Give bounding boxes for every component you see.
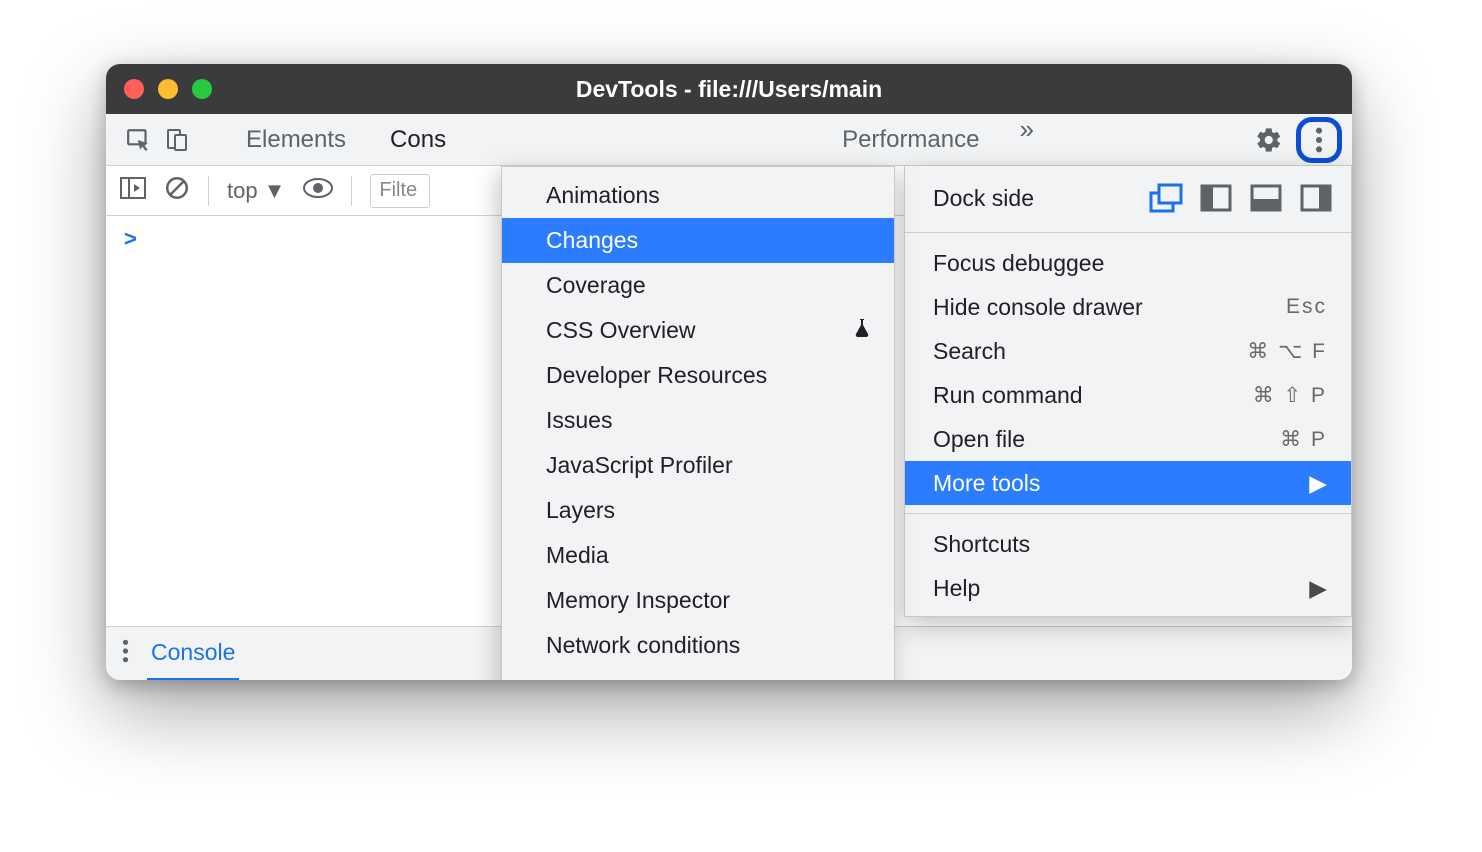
options-menu: Dock side Fo [904, 166, 1352, 617]
submenu-arrow-icon: ▶ [1309, 470, 1327, 497]
submenu-item[interactable]: Memory Inspector [502, 578, 894, 623]
filter-input[interactable]: Filte [370, 174, 430, 208]
dock-left-icon[interactable] [1201, 185, 1231, 211]
dock-right-icon[interactable] [1301, 185, 1331, 211]
more-options-button[interactable] [1296, 117, 1342, 163]
submenu-item-label: Coverage [546, 272, 646, 299]
dock-undock-icon[interactable] [1151, 185, 1181, 211]
menu-open-file[interactable]: Open file⌘ P [905, 417, 1351, 461]
submenu-item[interactable]: Animations [502, 173, 894, 218]
menu-search[interactable]: Search⌘ ⌥ F [905, 329, 1351, 373]
zoom-window-button[interactable] [192, 79, 212, 99]
submenu-item-label: Animations [546, 182, 660, 209]
submenu-item[interactable]: Layers [502, 488, 894, 533]
settings-gear-icon[interactable] [1250, 121, 1288, 159]
window-title: DevTools - file:///Users/main [106, 76, 1352, 103]
minimize-window-button[interactable] [158, 79, 178, 99]
dock-bottom-icon[interactable] [1251, 185, 1281, 211]
submenu-item[interactable]: Network request blocking [502, 668, 894, 680]
drawer-tab-console[interactable]: Console [147, 627, 239, 681]
submenu-item-label: Changes [546, 227, 638, 254]
submenu-item-label: CSS Overview [546, 317, 696, 344]
dropdown-icon: ▼ [264, 178, 286, 204]
submenu-item[interactable]: JavaScript Profiler [502, 443, 894, 488]
devtools-window: DevTools - file:///Users/main Elements C… [106, 64, 1352, 680]
panel-tabs: Elements Cons Performance » [224, 114, 1034, 166]
submenu-item[interactable]: Network conditions [502, 623, 894, 668]
submenu-item-label: JavaScript Profiler [546, 452, 733, 479]
submenu-item-label: Layers [546, 497, 615, 524]
tab-elements[interactable]: Elements [224, 114, 368, 166]
submenu-item-label: Network request blocking [546, 677, 804, 680]
submenu-item[interactable]: Media [502, 533, 894, 578]
more-tabs-icon[interactable]: » [1019, 114, 1033, 166]
dock-side-label: Dock side [933, 185, 1034, 212]
submenu-item-label: Memory Inspector [546, 587, 730, 614]
live-expression-icon[interactable] [303, 178, 333, 204]
main-tabbar: Elements Cons Performance » [106, 114, 1352, 166]
menu-shortcuts[interactable]: Shortcuts [905, 522, 1351, 566]
drawer-menu-icon[interactable] [122, 638, 129, 670]
menu-more-tools[interactable]: More tools▶ [905, 461, 1351, 505]
submenu-item[interactable]: Issues [502, 398, 894, 443]
titlebar: DevTools - file:///Users/main [106, 64, 1352, 114]
submenu-item[interactable]: Developer Resources [502, 353, 894, 398]
tab-performance[interactable]: Performance [842, 114, 1001, 166]
sidebar-toggle-icon[interactable] [120, 177, 146, 205]
menu-run-command[interactable]: Run command⌘ ⇧ P [905, 373, 1351, 417]
dock-side-row: Dock side [905, 166, 1351, 230]
submenu-arrow-icon: ▶ [1309, 575, 1327, 602]
submenu-item-label: Network conditions [546, 632, 740, 659]
menu-help[interactable]: Help▶ [905, 566, 1351, 610]
more-tools-submenu: Animations Changes Coverage CSS Overview Dev… [501, 166, 895, 680]
submenu-item-label: Developer Resources [546, 362, 767, 389]
experiment-icon [854, 319, 870, 343]
context-label: top [227, 178, 258, 204]
menu-hide-drawer[interactable]: Hide console drawerEsc [905, 285, 1351, 329]
console-prompt: > [124, 226, 137, 252]
submenu-item[interactable]: Changes [502, 218, 894, 263]
device-toolbar-icon[interactable] [158, 121, 196, 159]
filter-placeholder: Filte [379, 179, 417, 202]
submenu-item[interactable]: Coverage [502, 263, 894, 308]
submenu-item-label: Media [546, 542, 609, 569]
submenu-item[interactable]: CSS Overview [502, 308, 894, 353]
submenu-item-label: Issues [546, 407, 612, 434]
window-controls [124, 79, 212, 99]
tab-console[interactable]: Cons [368, 114, 452, 166]
clear-console-icon[interactable] [164, 175, 190, 207]
menu-focus-debuggee[interactable]: Focus debuggee [905, 241, 1351, 285]
close-window-button[interactable] [124, 79, 144, 99]
inspect-element-icon[interactable] [120, 121, 158, 159]
context-selector[interactable]: top ▼ [227, 178, 285, 204]
